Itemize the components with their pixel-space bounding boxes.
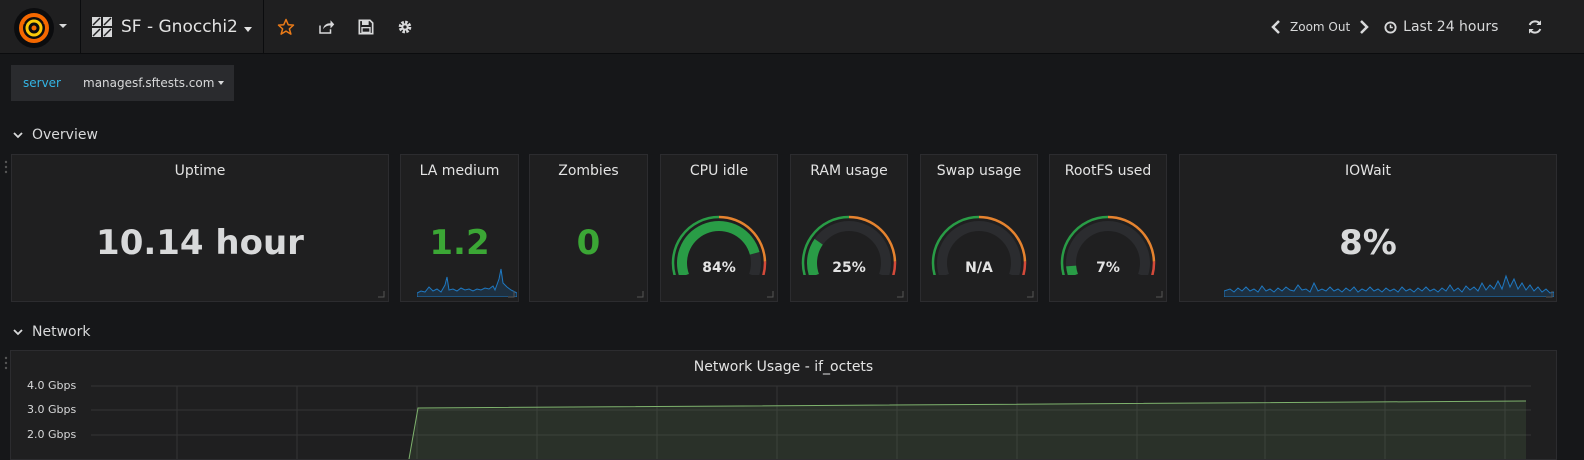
sparkline — [417, 268, 517, 297]
star-button[interactable] — [276, 17, 296, 37]
share-icon — [319, 20, 335, 34]
singlestat-value: 8% — [1339, 223, 1397, 263]
gauge-value-arc — [1066, 265, 1078, 275]
save-button[interactable] — [356, 17, 376, 37]
variable-label-server: server — [11, 65, 73, 101]
panel-title: LA medium — [419, 163, 500, 179]
resize-handle-icon[interactable] — [636, 290, 644, 298]
sparkline — [1224, 274, 1554, 297]
resize-handle-icon[interactable] — [896, 290, 904, 298]
gauge-value-text: 25% — [832, 260, 866, 275]
gauge: N/A — [931, 215, 1027, 275]
panel-title: Uptime — [174, 163, 226, 179]
chevron-down-icon — [59, 24, 67, 28]
resize-handle-icon[interactable] — [766, 290, 774, 298]
gauge-value-arc — [807, 238, 823, 275]
top-navbar: SF - Gnocchi2 Zoom Out Last 24 hours — [0, 0, 1584, 54]
gauge-threshold — [1151, 261, 1156, 275]
dashboard-title: SF - Gnocchi2 — [121, 17, 238, 37]
resize-handle-icon[interactable] — [507, 290, 515, 298]
y-axis-tick: 2.0 Gbps — [27, 428, 77, 441]
save-icon — [358, 19, 374, 35]
gear-icon — [398, 20, 412, 34]
panel-title: RootFS used — [1064, 163, 1152, 179]
gauge: 25% — [801, 215, 897, 275]
time-controls: Zoom Out Last 24 hours — [1270, 0, 1498, 54]
y-axis-tick: 3.0 Gbps — [27, 403, 77, 416]
dashboard-picker[interactable]: SF - Gnocchi2 — [92, 0, 252, 54]
gauge-threshold — [762, 261, 767, 275]
drag-handle-icon[interactable] — [4, 356, 8, 370]
gauge-value-text: 7% — [1096, 260, 1120, 275]
chevron-down-icon — [218, 81, 225, 85]
refresh-button[interactable] — [1525, 17, 1545, 37]
dashboard-grid-icon — [92, 17, 112, 37]
resize-handle-icon[interactable] — [377, 290, 385, 298]
panel-ram-usage[interactable]: RAM usage 25% — [790, 154, 908, 302]
panel-title: CPU idle — [689, 163, 749, 179]
settings-button[interactable] — [395, 17, 415, 37]
panel-swap-usage[interactable]: Swap usage N/A — [920, 154, 1038, 302]
time-range-picker[interactable]: Last 24 hours — [1403, 19, 1498, 35]
panel-zombies[interactable]: Zombies 0 — [529, 154, 648, 302]
gauge: 7% — [1060, 215, 1156, 275]
panel-title: IOWait — [1344, 163, 1392, 179]
drag-handle-icon[interactable] — [4, 160, 8, 174]
row-header-overview[interactable]: Overview — [12, 125, 98, 145]
gauge-value-text: 84% — [702, 260, 736, 275]
gauge-value-text: N/A — [965, 260, 993, 275]
grafana-logo-icon — [14, 8, 54, 48]
variable-select-server[interactable]: managesf.sftests.com — [73, 65, 235, 101]
row-header-network[interactable]: Network — [12, 322, 90, 342]
panel-rootfs-used[interactable]: RootFS used 7% — [1049, 154, 1167, 302]
panel-title: Zombies — [558, 163, 619, 179]
gauge-threshold — [1022, 261, 1027, 275]
zoom-out-button[interactable]: Zoom Out — [1290, 20, 1350, 34]
panel-title: Swap usage — [936, 163, 1022, 179]
variable-value: managesf.sftests.com — [83, 76, 215, 90]
grafana-menu-button[interactable] — [14, 8, 68, 48]
chevron-left-icon[interactable] — [1270, 20, 1282, 34]
row-title: Overview — [32, 127, 98, 143]
panel-la-medium[interactable]: LA medium 1.2 — [400, 154, 519, 302]
resize-handle-icon[interactable] — [1545, 290, 1553, 298]
row-title: Network — [32, 324, 91, 340]
star-icon — [277, 18, 295, 35]
chevron-down-icon — [13, 329, 23, 336]
panel-title: RAM usage — [810, 163, 888, 179]
singlestat-value: 1.2 — [429, 223, 490, 263]
panel-cpu-idle[interactable]: CPU idle 84% — [660, 154, 778, 302]
chevron-down-icon — [13, 132, 23, 139]
share-button[interactable] — [316, 17, 336, 37]
resize-handle-icon[interactable] — [1026, 290, 1034, 298]
y-axis-tick: 4.0 Gbps — [27, 379, 77, 392]
graph-plot-area — [91, 385, 1531, 459]
chevron-down-icon — [243, 26, 252, 32]
clock-icon — [1384, 20, 1397, 34]
singlestat-value: 0 — [576, 223, 601, 263]
resize-handle-icon[interactable] — [1155, 290, 1163, 298]
gauge-threshold — [892, 261, 897, 275]
panel-iowait[interactable]: IOWait 8% — [1179, 154, 1557, 302]
singlestat-value: 10.14 hour — [96, 223, 304, 263]
panel-uptime[interactable]: Uptime 10.14 hour — [11, 154, 389, 302]
panel-network-usage[interactable]: Network Usage - if_octets 4.0 Gbps 3.0 G… — [10, 350, 1557, 460]
refresh-icon — [1528, 20, 1542, 34]
gauge: 84% — [671, 215, 767, 275]
chevron-right-icon[interactable] — [1358, 20, 1370, 34]
